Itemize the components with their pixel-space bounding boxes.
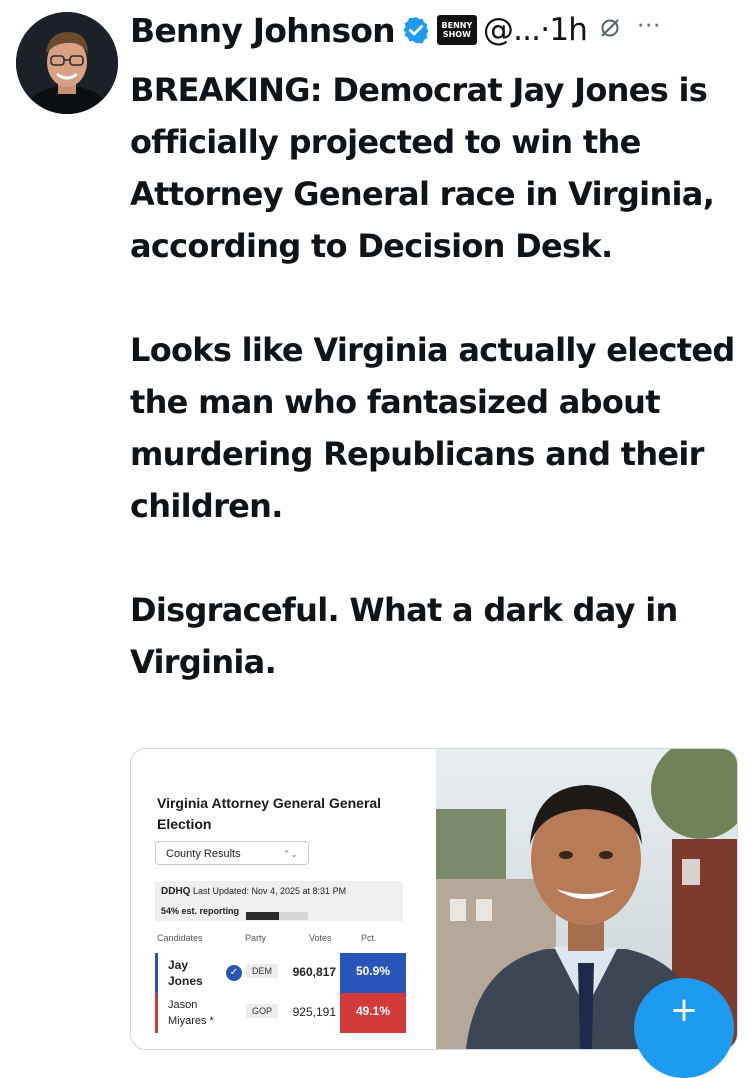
candidate-name: Jay Jones bbox=[168, 958, 203, 988]
ddhq-logo: DDHQ bbox=[161, 886, 191, 897]
header-pct: Pct. bbox=[361, 933, 377, 943]
candidate-name: Jason Miyares * bbox=[168, 999, 214, 1027]
election-results-image: Virginia Attorney General General Electi… bbox=[131, 749, 431, 1049]
vote-count: 960,817 bbox=[292, 965, 336, 979]
header-candidates: Candidates bbox=[157, 933, 203, 943]
vote-count: 925,191 bbox=[292, 1005, 336, 1019]
party-badge: GOP bbox=[246, 1004, 279, 1018]
results-select-value: County Results bbox=[166, 848, 241, 860]
author-avatar[interactable] bbox=[16, 12, 118, 114]
post-paragraph: Disgraceful. What a dark day in Virginia… bbox=[130, 591, 678, 681]
vote-percent: 50.9% bbox=[340, 953, 406, 993]
post-text: BREAKING: Democrat Jay Jones is official… bbox=[130, 64, 742, 740]
post-paragraph: Looks like Virginia actually elected the… bbox=[130, 331, 735, 525]
results-select: County Results ⌃⌄ bbox=[155, 841, 309, 865]
meta-separator: · bbox=[540, 12, 550, 48]
select-chevron-icon: ⌃⌄ bbox=[282, 849, 298, 859]
post-header: Benny Johnson BENNY SHOW @... · 1h ··· bbox=[130, 6, 740, 54]
results-row: Jay Jones ✓ DEM 960,817 50.9% bbox=[155, 953, 406, 993]
author-name[interactable]: Benny Johnson bbox=[130, 11, 396, 50]
plus-icon: + bbox=[669, 990, 699, 1030]
grok-icon[interactable] bbox=[599, 16, 621, 45]
post-paragraph: BREAKING: Democrat Jay Jones is official… bbox=[130, 71, 715, 265]
affiliate-badge[interactable]: BENNY SHOW bbox=[436, 15, 477, 45]
avatar-image bbox=[16, 12, 118, 114]
party-badge: DEM bbox=[246, 964, 278, 978]
verified-badge-icon bbox=[401, 15, 431, 45]
results-row: Jason Miyares * GOP 925,191 49.1% bbox=[155, 993, 406, 1033]
post-time[interactable]: 1h bbox=[549, 12, 588, 48]
affiliate-badge-line-1: BENNY bbox=[441, 21, 473, 30]
more-options-icon[interactable]: ··· bbox=[637, 14, 661, 39]
affiliate-badge-line-2: SHOW bbox=[442, 30, 471, 39]
last-updated: Last Updated: Nov 4, 2025 at 8:31 PM bbox=[192, 886, 347, 896]
results-title: Virginia Attorney General General Electi… bbox=[157, 795, 382, 832]
winner-check-icon: ✓ bbox=[226, 965, 242, 981]
reporting-label: 54% est. reporting bbox=[161, 906, 240, 916]
header-votes: Votes bbox=[309, 933, 332, 943]
results-status: DDHQ Last Updated: Nov 4, 2025 at 8:31 P… bbox=[155, 881, 403, 921]
author-handle[interactable]: @... bbox=[483, 12, 541, 48]
reporting-bar-fill bbox=[245, 912, 280, 921]
reporting-bar bbox=[245, 912, 308, 921]
header-party: Party bbox=[245, 933, 267, 943]
vote-percent: 49.1% bbox=[340, 993, 406, 1033]
compose-button[interactable]: + bbox=[634, 978, 734, 1078]
